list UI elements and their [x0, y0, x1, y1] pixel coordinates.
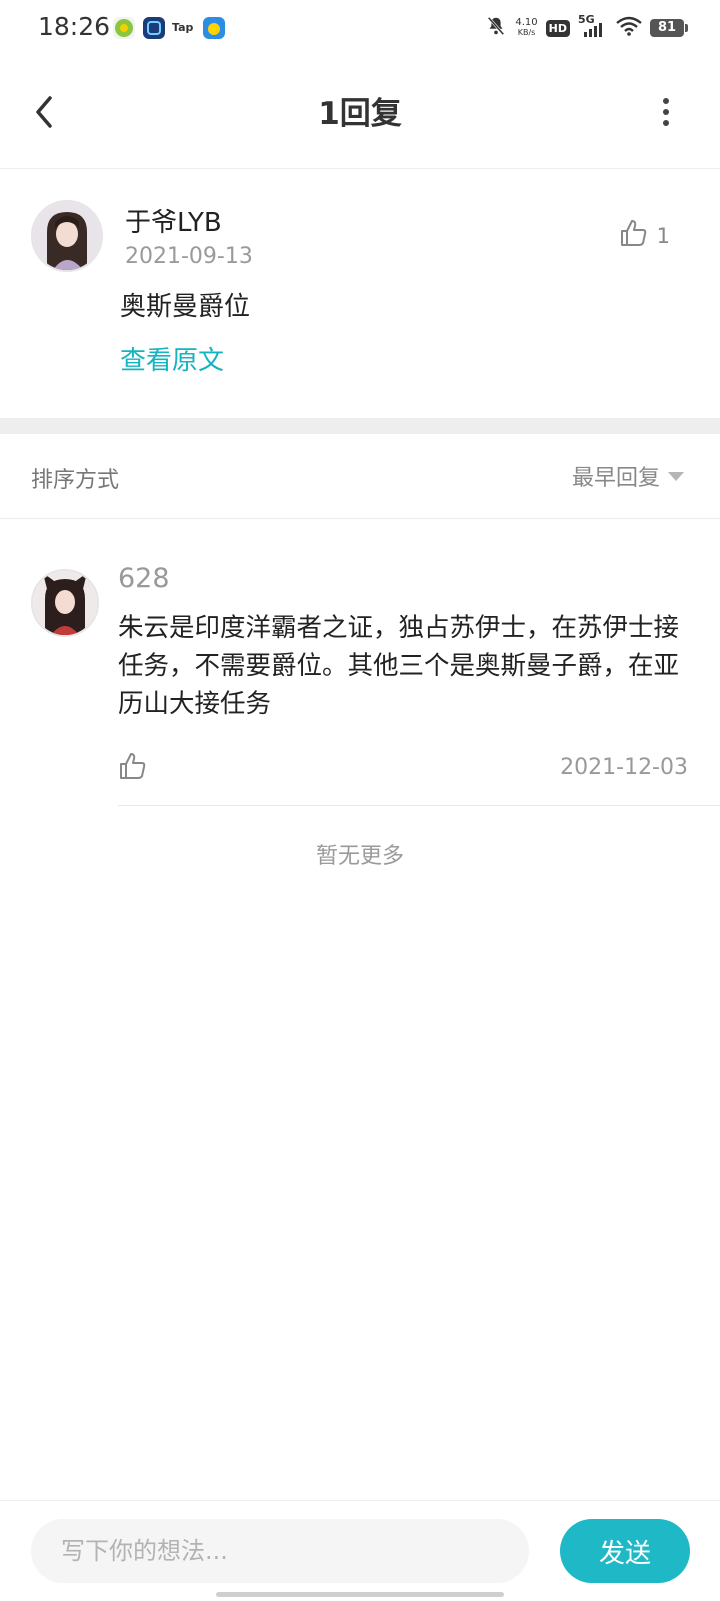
network-speed-unit: KB/s [517, 28, 536, 37]
view-original-link[interactable]: 查看原文 [120, 340, 224, 377]
reply-date: 2021-12-03 [560, 755, 688, 780]
sort-label: 排序方式 [31, 468, 120, 493]
green-app-icon [113, 17, 135, 39]
avatar[interactable] [31, 200, 103, 272]
reply-content: 朱云是印度洋霸者之证，独占苏伊士，在苏伊士接任务，不需要爵位。其他三个是奥斯曼子… [118, 613, 680, 719]
caret-down-icon [668, 471, 684, 481]
mute-bell-icon [485, 15, 507, 41]
reply-like-button[interactable] [118, 751, 148, 781]
battery-indicator: 81 [650, 19, 688, 37]
status-indicators: 4.10 KB/s HD 5G 81 [485, 13, 688, 42]
send-button[interactable]: 发送 [560, 1519, 690, 1583]
post-date: 2021-09-13 [125, 244, 253, 269]
reply-username[interactable]: 628 [118, 563, 170, 594]
wifi-icon [616, 16, 642, 40]
sort-bar: 排序方式 最早回复 [0, 434, 720, 519]
hd-badge: HD [545, 19, 570, 37]
yellow-app-icon [203, 17, 225, 39]
status-time: 18:26 [38, 12, 111, 41]
reply-item: 628 朱云是印度洋霸者之证，独占苏伊士，在苏伊士接任务，不需要爵位。其他三个是… [0, 519, 720, 807]
page-title: 1回复 [318, 96, 402, 132]
comment-input[interactable] [31, 1519, 529, 1583]
sort-dropdown[interactable]: 最早回复 [572, 460, 684, 492]
more-vertical-icon [656, 98, 676, 134]
tap-app-icon: Tap [172, 21, 194, 34]
signal-icon: 5G [578, 13, 608, 39]
no-more-label: 暂无更多 [315, 844, 404, 869]
thumbs-up-icon [619, 218, 649, 253]
post-content: 奥斯曼爵位 [120, 292, 251, 322]
network-speed-value: 4.10 [515, 17, 538, 28]
post-like-count: 1 [656, 223, 670, 248]
sort-selected-value: 最早回复 [571, 466, 660, 491]
post-username[interactable]: 于爷LYB [125, 202, 222, 239]
network-speed: 4.10 KB/s [515, 18, 537, 38]
section-divider [0, 418, 720, 434]
post-like-button[interactable]: 1 [619, 218, 670, 253]
comment-composer: 发送 [0, 1500, 720, 1601]
home-indicator[interactable] [216, 1592, 504, 1597]
more-options-button[interactable] [656, 94, 676, 130]
thumbs-up-icon [118, 753, 148, 785]
original-comment: 于爷LYB 2021-09-13 1 奥斯曼爵位 查看原文 [0, 168, 720, 418]
top-nav-bar: 1回复 [0, 56, 720, 169]
avatar[interactable] [31, 569, 99, 637]
status-bar: 18:26 Tap 4.10 KB/s HD 5G 81 [0, 0, 720, 56]
blue-app-icon [143, 17, 165, 39]
reply-divider [118, 805, 720, 806]
